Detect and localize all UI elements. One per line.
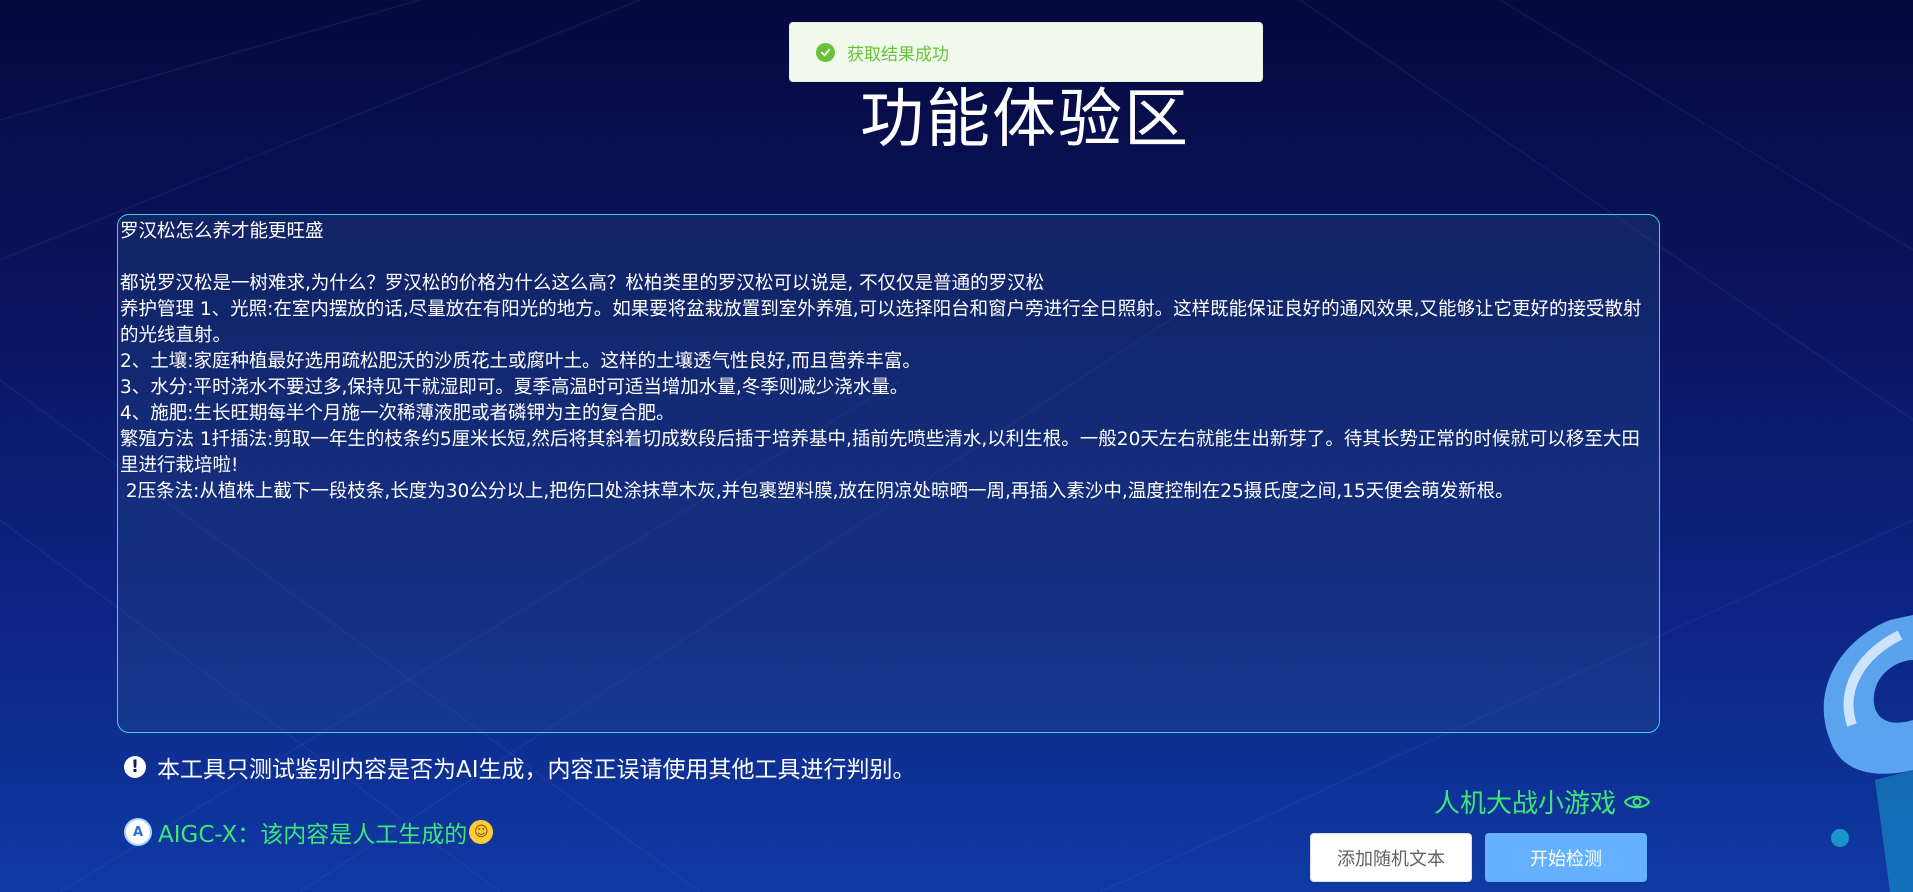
game-link-label[interactable]: 人机大战小游戏 (1434, 783, 1616, 820)
smiling-face-icon: ☺ (469, 820, 494, 844)
check-circle-icon (816, 42, 835, 62)
detection-result: A AIGC-X：该内容是人工生成的 ☺ (124, 815, 494, 849)
add-random-text-button[interactable]: 添加随机文本 (1310, 833, 1472, 882)
result-text: AIGC-X：该内容是人工生成的 (158, 822, 468, 848)
start-detection-button[interactable]: 开始检测 (1485, 833, 1647, 882)
toast-message: 获取结果成功 (847, 44, 949, 65)
notice-text: 本工具只测试鉴别内容是否为AI生成，内容正误请使用其他工具进行判别。 (157, 757, 916, 783)
content-text[interactable]: 罗汉松怎么养才能更旺盛 都说罗汉松是一树难求,为什么？罗汉松的价格为什么这么高？… (120, 219, 1657, 505)
game-link[interactable]: 人机大战小游戏 (1434, 783, 1650, 820)
decorative-3d-shape (1823, 615, 1913, 892)
content-textarea[interactable]: 罗汉松怎么养才能更旺盛 都说罗汉松是一树难求,为什么？罗汉松的价格为什么这么高？… (117, 214, 1660, 733)
aigc-logo-icon: A (124, 818, 152, 846)
exclamation-circle-icon: ! (124, 756, 146, 778)
disclaimer-notice: ! 本工具只测试鉴别内容是否为AI生成，内容正误请使用其他工具进行判别。 (124, 750, 916, 784)
eye-icon[interactable] (1624, 793, 1650, 811)
success-toast: 获取结果成功 (789, 22, 1263, 82)
